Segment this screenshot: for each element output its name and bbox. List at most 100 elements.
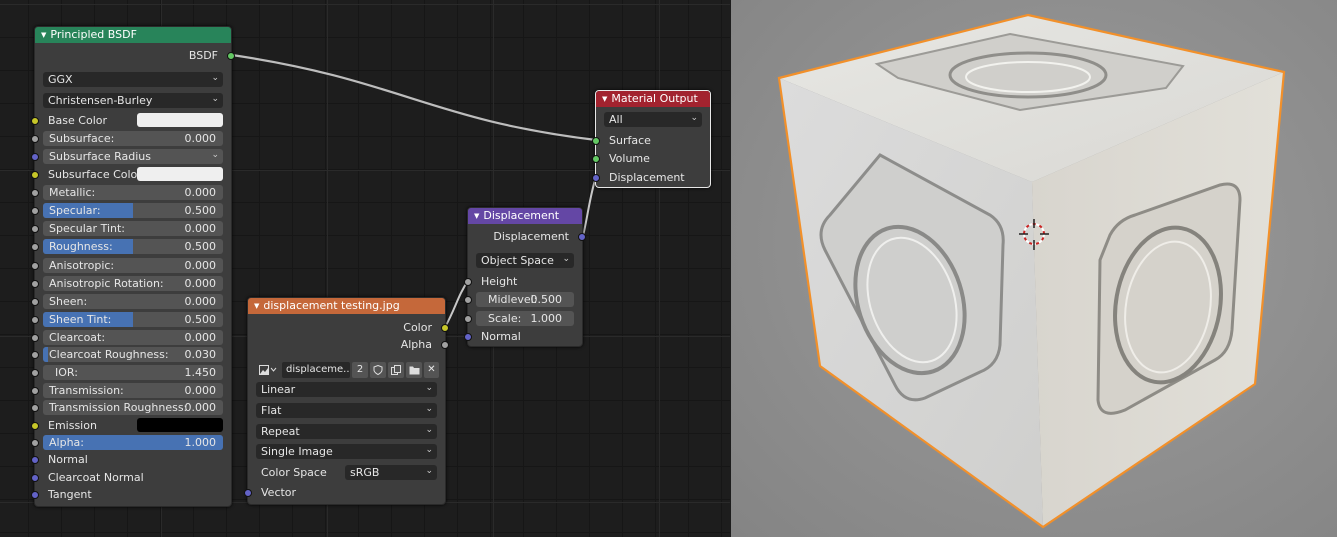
- input-row: Base Color: [31, 112, 231, 129]
- node-editor[interactable]: ▼ Principled BSDF BSDF GGX ⌄ Christensen-…: [0, 0, 730, 537]
- midlevel-field[interactable]: Midlevel: 0.500: [476, 292, 574, 307]
- color-space-dropdown[interactable]: sRGB ⌄: [345, 465, 437, 480]
- socket-input[interactable]: [31, 387, 39, 395]
- color-swatch[interactable]: [137, 113, 223, 127]
- field-label: IOR:: [55, 366, 78, 379]
- socket-input-scale[interactable]: [464, 315, 472, 323]
- distribution-dropdown[interactable]: GGX ⌄: [43, 72, 223, 87]
- socket-output-bsdf[interactable]: [227, 52, 235, 60]
- subsurface-method-dropdown[interactable]: Christensen-Burley ⌄: [43, 93, 223, 108]
- projection-dropdown[interactable]: Flat ⌄: [256, 403, 437, 418]
- space-dropdown[interactable]: Object Space ⌄: [476, 253, 574, 268]
- collapse-triangle-icon[interactable]: ▼: [254, 302, 259, 310]
- color-swatch[interactable]: [137, 167, 223, 181]
- node-header[interactable]: ▼ displacement testing.jpg: [248, 298, 445, 314]
- socket-output-color[interactable]: [441, 324, 449, 332]
- source-dropdown[interactable]: Single Image ⌄: [256, 444, 437, 459]
- node-header[interactable]: ▼ Displacement: [468, 208, 582, 224]
- value-slider[interactable]: Subsurface: 0.000: [43, 131, 223, 146]
- value-slider[interactable]: Alpha: 1.000: [43, 435, 223, 450]
- output-row: BSDF: [35, 47, 235, 64]
- socket-input[interactable]: [31, 351, 39, 359]
- field-value: 0.500: [184, 313, 217, 326]
- value-slider[interactable]: Sheen Tint: 0.500: [43, 312, 223, 327]
- close-icon[interactable]: ✕: [424, 362, 439, 378]
- extension-dropdown[interactable]: Repeat ⌄: [256, 424, 437, 439]
- socket-input[interactable]: [31, 189, 39, 197]
- input-row: Clearcoat Roughness: 0.030: [31, 346, 231, 363]
- value-slider[interactable]: Metallic: 0.000: [43, 185, 223, 200]
- node-header[interactable]: ▼ Principled BSDF: [35, 27, 231, 43]
- socket-input[interactable]: [31, 439, 39, 447]
- interpolation-dropdown[interactable]: Linear ⌄: [256, 382, 437, 397]
- socket-input[interactable]: [31, 225, 39, 233]
- value-slider[interactable]: Specular: 0.500: [43, 203, 223, 218]
- value-slider[interactable]: Anisotropic: 0.000: [43, 258, 223, 273]
- scale-field[interactable]: Scale: 1.000: [476, 311, 574, 326]
- midlevel-row: Midlevel: 0.500: [464, 291, 582, 308]
- 3d-viewport[interactable]: [731, 0, 1337, 537]
- vector-dropdown-field[interactable]: Subsurface Radius ⌄: [43, 149, 223, 164]
- value-slider[interactable]: Transmission: 0.000: [43, 383, 223, 398]
- value-slider[interactable]: Clearcoat: 0.000: [43, 330, 223, 345]
- value-slider[interactable]: Sheen: 0.000: [43, 294, 223, 309]
- socket-output-displacement[interactable]: [578, 233, 586, 241]
- input-row: Clearcoat: 0.000: [31, 329, 231, 346]
- image-texture-node[interactable]: ▼ displacement testing.jpg Color Alpha di…: [244, 297, 449, 505]
- value-slider[interactable]: Transmission Roughness: 0.000: [43, 400, 223, 415]
- socket-input-displacement[interactable]: [592, 174, 600, 182]
- socket-output-alpha[interactable]: [441, 341, 449, 349]
- displacement-input-row: Displacement: [592, 169, 710, 186]
- principled-bsdf-node[interactable]: ▼ Principled BSDF BSDF GGX ⌄ Christensen-…: [31, 26, 235, 507]
- material-output-node[interactable]: ▼ Material Output All ⌄ Surface Volume Di…: [592, 90, 711, 188]
- value-slider[interactable]: Specular Tint: 0.000: [43, 221, 223, 236]
- value-slider[interactable]: Clearcoat Roughness: 0.030: [43, 347, 223, 362]
- socket-input[interactable]: [31, 135, 39, 143]
- collapse-triangle-icon[interactable]: ▼: [474, 212, 479, 220]
- users-count-button[interactable]: 2: [352, 362, 368, 378]
- input-row: Subsurface Radius ⌄: [31, 148, 231, 165]
- socket-input-midlevel[interactable]: [464, 296, 472, 304]
- node-title: displacement testing.jpg: [263, 299, 400, 312]
- collapse-triangle-icon[interactable]: ▼: [602, 95, 607, 103]
- duplicate-icon[interactable]: [388, 362, 404, 378]
- input-label: Height: [481, 275, 518, 288]
- socket-input[interactable]: [31, 207, 39, 215]
- image-name-field[interactable]: displaceme..: [282, 362, 350, 378]
- socket-input[interactable]: [31, 334, 39, 342]
- value-slider[interactable]: Roughness: 0.500: [43, 239, 223, 254]
- socket-input[interactable]: [31, 262, 39, 270]
- socket-input[interactable]: [31, 422, 39, 430]
- socket-input-vector[interactable]: [244, 489, 252, 497]
- socket-input[interactable]: [31, 456, 39, 464]
- node-header[interactable]: ▼ Material Output: [596, 91, 710, 107]
- socket-input[interactable]: [31, 171, 39, 179]
- socket-input[interactable]: [31, 316, 39, 324]
- collapse-triangle-icon[interactable]: ▼: [41, 31, 46, 39]
- socket-input-height[interactable]: [464, 278, 472, 286]
- socket-input[interactable]: [31, 280, 39, 288]
- dropdown-value: Christensen-Burley: [48, 94, 153, 107]
- socket-input[interactable]: [31, 153, 39, 161]
- image-browse-button[interactable]: [256, 362, 280, 378]
- socket-input[interactable]: [31, 298, 39, 306]
- socket-input[interactable]: [31, 474, 39, 482]
- field-label: Metallic:: [49, 186, 96, 199]
- socket-input-normal[interactable]: [464, 333, 472, 341]
- socket-input-surface[interactable]: [592, 137, 600, 145]
- field-value: 0.000: [184, 384, 217, 397]
- value-slider[interactable]: Anisotropic Rotation: 0.000: [43, 276, 223, 291]
- socket-input[interactable]: [31, 491, 39, 499]
- target-dropdown[interactable]: All ⌄: [604, 112, 702, 127]
- socket-input[interactable]: [31, 404, 39, 412]
- socket-input[interactable]: [31, 369, 39, 377]
- color-swatch[interactable]: [137, 418, 223, 432]
- socket-input[interactable]: [31, 243, 39, 251]
- value-slider[interactable]: IOR: 1.450: [43, 365, 223, 380]
- displacement-node[interactable]: ▼ Displacement Displacement Object Space …: [464, 207, 586, 347]
- socket-input[interactable]: [31, 117, 39, 125]
- input-label: Surface: [609, 134, 651, 147]
- fake-user-shield-icon[interactable]: [370, 362, 386, 378]
- socket-input-volume[interactable]: [592, 155, 600, 163]
- open-folder-icon[interactable]: [406, 362, 422, 378]
